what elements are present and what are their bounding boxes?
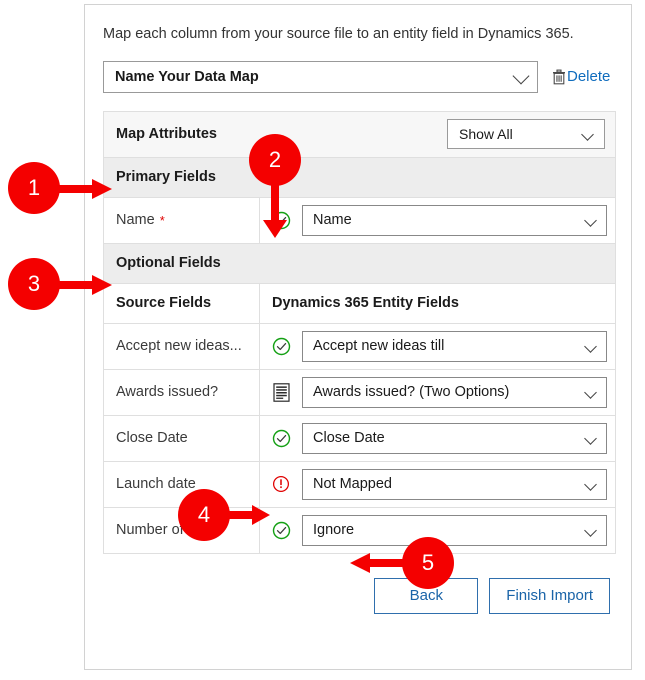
- target-field-select[interactable]: Not Mapped: [302, 468, 607, 500]
- callout-5-number: 5: [421, 550, 435, 575]
- delete-label: Delete: [567, 68, 611, 86]
- trash-icon: [553, 69, 565, 84]
- callout-5-arrow: [350, 553, 410, 573]
- table-row: Awards issued? Awards issued? (Two Optio…: [104, 369, 615, 416]
- source-field-label: Name: [116, 212, 155, 229]
- mapping-status-cell: [260, 429, 302, 448]
- required-asterisk: *: [159, 212, 165, 228]
- callout-badge-2: 2: [249, 134, 301, 186]
- source-field-cell: Awards issued?: [104, 369, 260, 415]
- chevron-down-icon: [585, 386, 598, 399]
- target-field-value: Not Mapped: [313, 476, 392, 493]
- target-field-cell: Name: [302, 204, 615, 236]
- source-field-label: Awards issued?: [116, 384, 219, 401]
- finish-import-button[interactable]: Finish Import: [489, 577, 610, 614]
- check-circle-icon: [272, 429, 290, 447]
- target-field-select[interactable]: Name: [302, 204, 607, 236]
- table-row: Name * Name: [104, 197, 615, 244]
- source-field-cell: Accept new ideas...: [104, 323, 260, 369]
- mapping-status-cell: [260, 475, 302, 493]
- target-field-value: Ignore: [313, 522, 355, 539]
- chevron-down-icon: [585, 214, 598, 227]
- mapping-status-cell: [260, 337, 302, 356]
- callout-badge-1: 1: [8, 162, 60, 214]
- primary-fields-section-header: Primary Fields: [104, 157, 615, 198]
- callout-1-arrow: [52, 179, 112, 199]
- dialog-instruction: Map each column from your source file to…: [103, 26, 574, 42]
- delete-map-button[interactable]: Delete: [552, 68, 610, 85]
- chevron-down-icon: [515, 70, 528, 83]
- chevron-down-icon: [585, 524, 598, 537]
- target-field-select[interactable]: Awards issued? (Two Options): [302, 376, 607, 408]
- target-field-value: Close Date: [313, 430, 385, 447]
- chevron-down-icon: [582, 128, 595, 141]
- list-icon: [272, 382, 290, 402]
- target-field-cell: Not Mapped: [302, 468, 615, 500]
- source-field-cell: Name *: [104, 197, 260, 243]
- callout-4-number: 4: [197, 502, 211, 527]
- target-field-select[interactable]: Accept new ideas till: [302, 330, 607, 362]
- source-field-label: Close Date: [116, 430, 188, 447]
- target-field-value: Accept new ideas till: [313, 338, 445, 355]
- target-field-select[interactable]: Ignore: [302, 514, 607, 546]
- attribute-filter-value: Show All: [459, 126, 513, 143]
- target-field-cell: Awards issued? (Two Options): [302, 376, 615, 408]
- source-field-label: Launch date: [116, 476, 196, 493]
- source-field-cell: Close Date: [104, 415, 260, 461]
- callout-badge-3: 3: [8, 258, 60, 310]
- table-column-headers: Source Fields Dynamics 365 Entity Fields: [104, 283, 615, 324]
- callout-1-number: 1: [27, 175, 41, 200]
- column-header-target: Dynamics 365 Entity Fields: [272, 295, 459, 312]
- callout-2-number: 2: [268, 147, 282, 172]
- table-row: Accept new ideas... Accept new ideas til…: [104, 323, 615, 370]
- target-field-cell: Ignore: [302, 514, 615, 546]
- target-field-select[interactable]: Close Date: [302, 422, 607, 454]
- target-field-cell: Accept new ideas till: [302, 330, 615, 362]
- source-field-label: Accept new ideas...: [116, 338, 242, 355]
- data-map-name-select[interactable]: Name Your Data Map: [103, 60, 538, 93]
- attribute-filter-select[interactable]: Show All: [447, 119, 605, 150]
- check-circle-icon: [272, 337, 290, 355]
- data-map-name-value: Name Your Data Map: [115, 68, 259, 85]
- map-attributes-header: Map Attributes Show All: [104, 111, 615, 158]
- table-row: Close Date Close Date: [104, 415, 615, 462]
- chevron-down-icon: [585, 340, 598, 353]
- target-field-value: Awards issued? (Two Options): [313, 384, 510, 401]
- map-attributes-grid: Map Attributes Show All Primary Fields N…: [103, 110, 616, 554]
- callout-badge-5: 5: [402, 537, 454, 589]
- map-attributes-label: Map Attributes: [116, 126, 217, 143]
- table-row: Launch date Not Mapped: [104, 461, 615, 508]
- chevron-down-icon: [585, 478, 598, 491]
- chevron-down-icon: [585, 432, 598, 445]
- target-field-value: Name: [313, 212, 352, 229]
- column-header-source: Source Fields: [104, 283, 260, 323]
- target-field-cell: Close Date: [302, 422, 615, 454]
- callout-badge-4: 4: [178, 489, 230, 541]
- callout-3-arrow: [52, 275, 112, 295]
- mapping-status-cell: [260, 382, 302, 402]
- dialog-footer: Back Finish Import: [101, 577, 610, 614]
- check-circle-icon: [272, 521, 290, 539]
- callout-3-number: 3: [27, 271, 41, 296]
- map-name-row: Name Your Data Map Delete: [103, 60, 615, 93]
- warning-circle-icon: [272, 476, 290, 493]
- optional-fields-section-header: Optional Fields: [104, 243, 615, 284]
